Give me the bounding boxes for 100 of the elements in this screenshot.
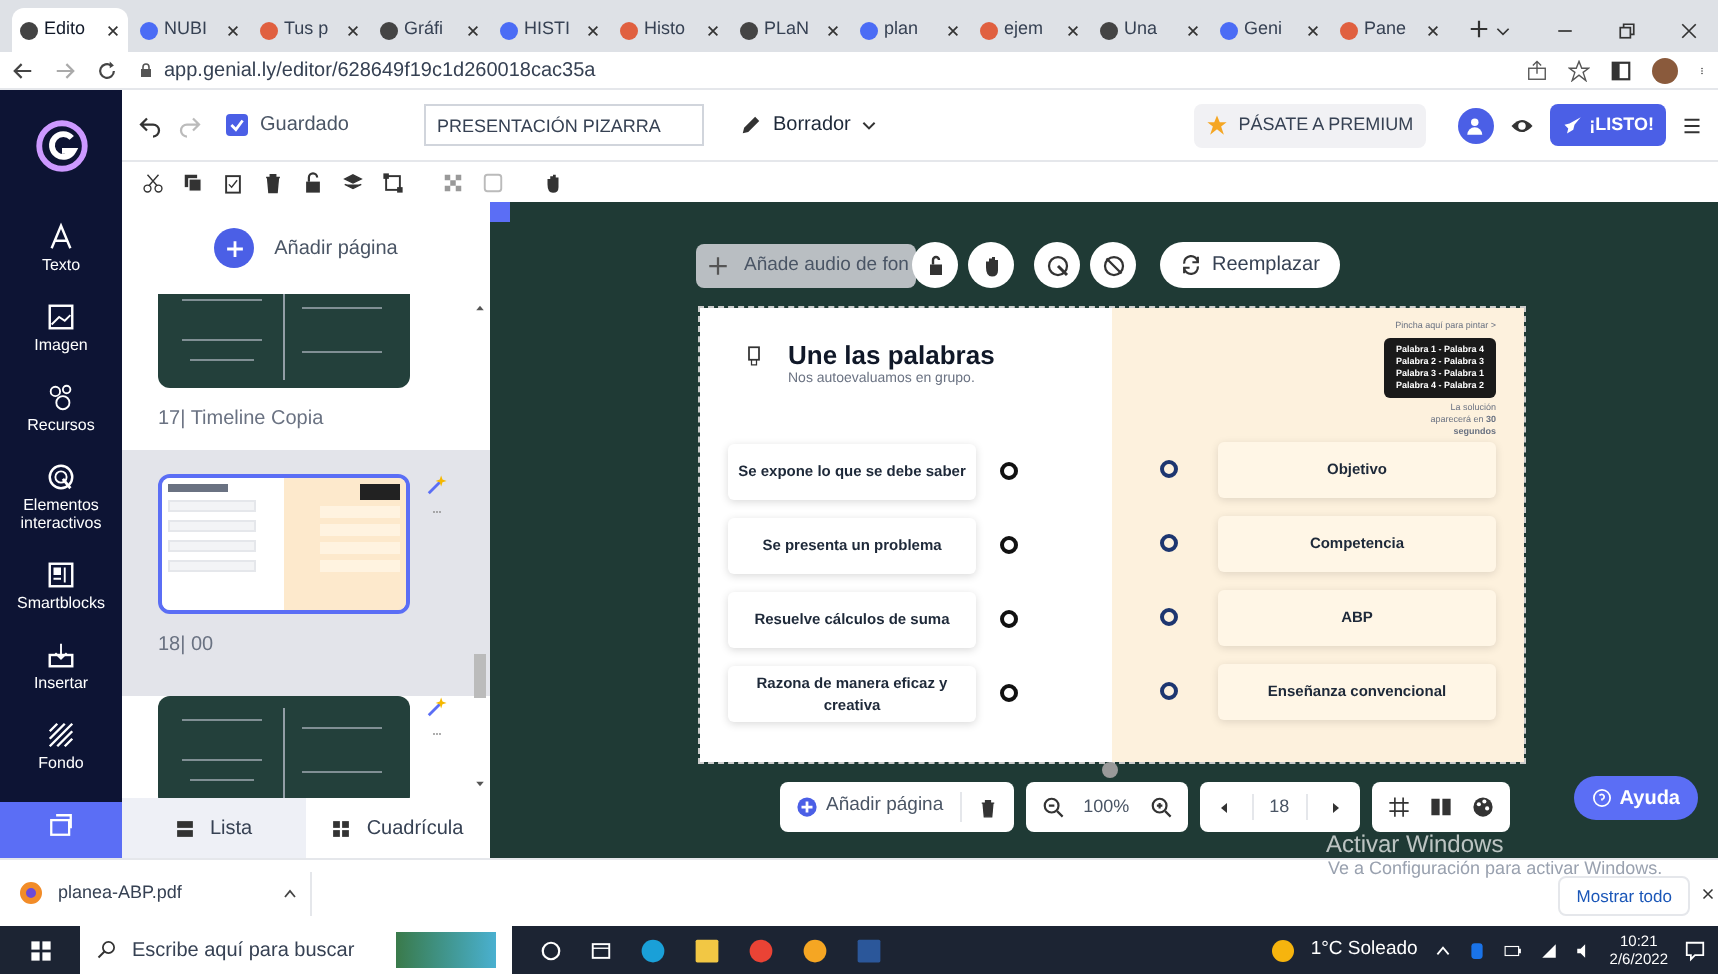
- close-icon[interactable]: [1186, 23, 1200, 37]
- trash-icon[interactable]: [262, 171, 284, 193]
- add-page-button[interactable]: Añadir página: [214, 228, 398, 268]
- avatar[interactable]: [1652, 57, 1678, 83]
- battery-icon[interactable]: [1501, 941, 1524, 959]
- sidebar-item[interactable]: Recursos: [0, 378, 122, 438]
- draft-dropdown[interactable]: Borrador: [740, 110, 879, 140]
- sidebar-item[interactable]: Elementos interactivos: [0, 458, 122, 536]
- wifi-icon[interactable]: [1539, 941, 1558, 959]
- browser-icon[interactable]: [640, 937, 666, 963]
- close-icon[interactable]: [946, 23, 960, 37]
- magic-wand-icon[interactable]: [426, 474, 448, 496]
- share-icon[interactable]: [1526, 59, 1548, 81]
- chevron-up-icon[interactable]: [1433, 941, 1452, 959]
- premium-button[interactable]: PÁSATE A PREMIUM: [1194, 103, 1426, 147]
- hand-icon[interactable]: [542, 171, 564, 193]
- slide-thumbnail[interactable]: [158, 294, 410, 388]
- magic-wand-icon[interactable]: [426, 696, 448, 718]
- favicon-icon: [260, 21, 278, 39]
- replace-button[interactable]: Reemplazar: [1160, 242, 1340, 288]
- menu-icon[interactable]: [1682, 115, 1702, 135]
- zoom-in-icon[interactable]: [1149, 796, 1172, 818]
- layers-icon[interactable]: [342, 171, 364, 193]
- sidebar-item[interactable]: Insertar: [0, 636, 122, 696]
- rocket-icon: [1561, 115, 1582, 135]
- close-icon[interactable]: [466, 23, 480, 37]
- close-icon[interactable]: [1306, 23, 1320, 37]
- view-tab[interactable]: Lista: [122, 798, 306, 858]
- cut-icon[interactable]: [142, 171, 164, 193]
- close-icon[interactable]: [106, 23, 120, 37]
- watermark-text: Ve a Configuración para activar Windows.: [1328, 856, 1663, 882]
- transparency-icon[interactable]: [442, 171, 464, 193]
- close-icon[interactable]: [1680, 22, 1698, 40]
- task-view-icon[interactable]: [590, 939, 612, 961]
- palette-icon[interactable]: [1471, 796, 1494, 818]
- windows-start-icon[interactable]: [29, 939, 51, 961]
- zoom-out-icon[interactable]: [1041, 796, 1064, 818]
- chevron-down-icon: [860, 116, 879, 134]
- sidebar-item[interactable]: Texto: [0, 218, 122, 278]
- bluetooth-icon[interactable]: [1467, 941, 1486, 959]
- undo-icon[interactable]: [138, 113, 162, 137]
- zoom-level: 100%: [1083, 793, 1130, 820]
- click-icon: [1045, 253, 1069, 277]
- reload-icon[interactable]: [96, 59, 118, 81]
- title-field[interactable]: PRESENTACIÓN PIZARRA: [424, 104, 705, 146]
- slide-title: Une las palabras: [788, 340, 995, 370]
- grid-icon[interactable]: [1387, 796, 1410, 818]
- hand-button[interactable]: [968, 242, 1014, 288]
- slide-thumbnail[interactable]: [158, 696, 410, 798]
- close-icon[interactable]: [346, 23, 360, 37]
- task-view-circle-icon[interactable]: [540, 939, 562, 961]
- paste-icon[interactable]: [222, 171, 244, 193]
- url-text[interactable]: app.genial.ly/editor/628649f19c1d260018cac35a: [164, 55, 596, 85]
- slide-thumbnail[interactable]: [158, 474, 410, 614]
- trash-icon[interactable]: [977, 797, 998, 817]
- scrollbar-thumb[interactable]: [474, 654, 486, 698]
- pencil-icon: [740, 114, 763, 136]
- pages-button[interactable]: [0, 802, 122, 858]
- close-icon[interactable]: [1066, 23, 1080, 37]
- sidebar-item[interactable]: Fondo: [0, 716, 122, 776]
- new-tab-icon[interactable]: [1468, 18, 1490, 40]
- add-user-button[interactable]: [1457, 107, 1494, 143]
- close-icon[interactable]: [586, 23, 600, 37]
- browser-tab[interactable]: Edito: [12, 8, 128, 52]
- watermark-title: Activar Windows: [1326, 832, 1504, 858]
- taskbar-search-field[interactable]: Escribe aquí para buscar: [80, 926, 512, 974]
- shield-browser-icon[interactable]: [802, 937, 828, 963]
- folder-icon[interactable]: [694, 937, 720, 963]
- sidebar-item[interactable]: Smartblocks: [0, 556, 122, 616]
- ready-button[interactable]: ¡LISTO!: [1549, 104, 1666, 146]
- close-icon[interactable]: [1426, 23, 1440, 37]
- group-icon[interactable]: [382, 171, 404, 193]
- favicon-icon: [1340, 21, 1358, 39]
- page-number: 18: [1251, 793, 1308, 821]
- star-icon[interactable]: [1568, 59, 1590, 81]
- unlock-icon[interactable]: [302, 171, 324, 193]
- add-page-button[interactable]: Añadir página: [796, 792, 962, 822]
- close-icon[interactable]: [826, 23, 840, 37]
- page-caption: 17| Timeline Copia: [158, 406, 326, 434]
- click-button[interactable]: [1034, 242, 1080, 288]
- next-icon[interactable]: [1327, 799, 1344, 815]
- restore-icon[interactable]: [1618, 22, 1636, 40]
- weather-text[interactable]: 1°C Soleado: [1310, 935, 1418, 965]
- lock-button[interactable]: [912, 242, 958, 288]
- sidebar-item[interactable]: Imagen: [0, 298, 122, 358]
- close-icon[interactable]: [1702, 888, 1714, 900]
- no-click-button[interactable]: [1090, 242, 1136, 288]
- split-view-icon[interactable]: [1429, 796, 1452, 818]
- close-icon[interactable]: [226, 23, 240, 37]
- show-all-button[interactable]: Mostrar todo: [1558, 876, 1690, 916]
- chrome-icon[interactable]: [748, 937, 774, 963]
- close-icon[interactable]: [706, 23, 720, 37]
- download-item[interactable]: planea-ABP.pdf: [20, 871, 312, 915]
- back-arrow-icon[interactable]: [12, 59, 34, 81]
- app-logo-icon[interactable]: [35, 120, 87, 172]
- notification-icon[interactable]: [1684, 939, 1706, 961]
- help-button[interactable]: Ayuda: [1573, 776, 1698, 820]
- add-audio-button[interactable]: Añade audio de fon: [696, 244, 916, 288]
- copy-icon[interactable]: [182, 171, 204, 193]
- sidebar-panel-icon[interactable]: [1610, 59, 1632, 81]
